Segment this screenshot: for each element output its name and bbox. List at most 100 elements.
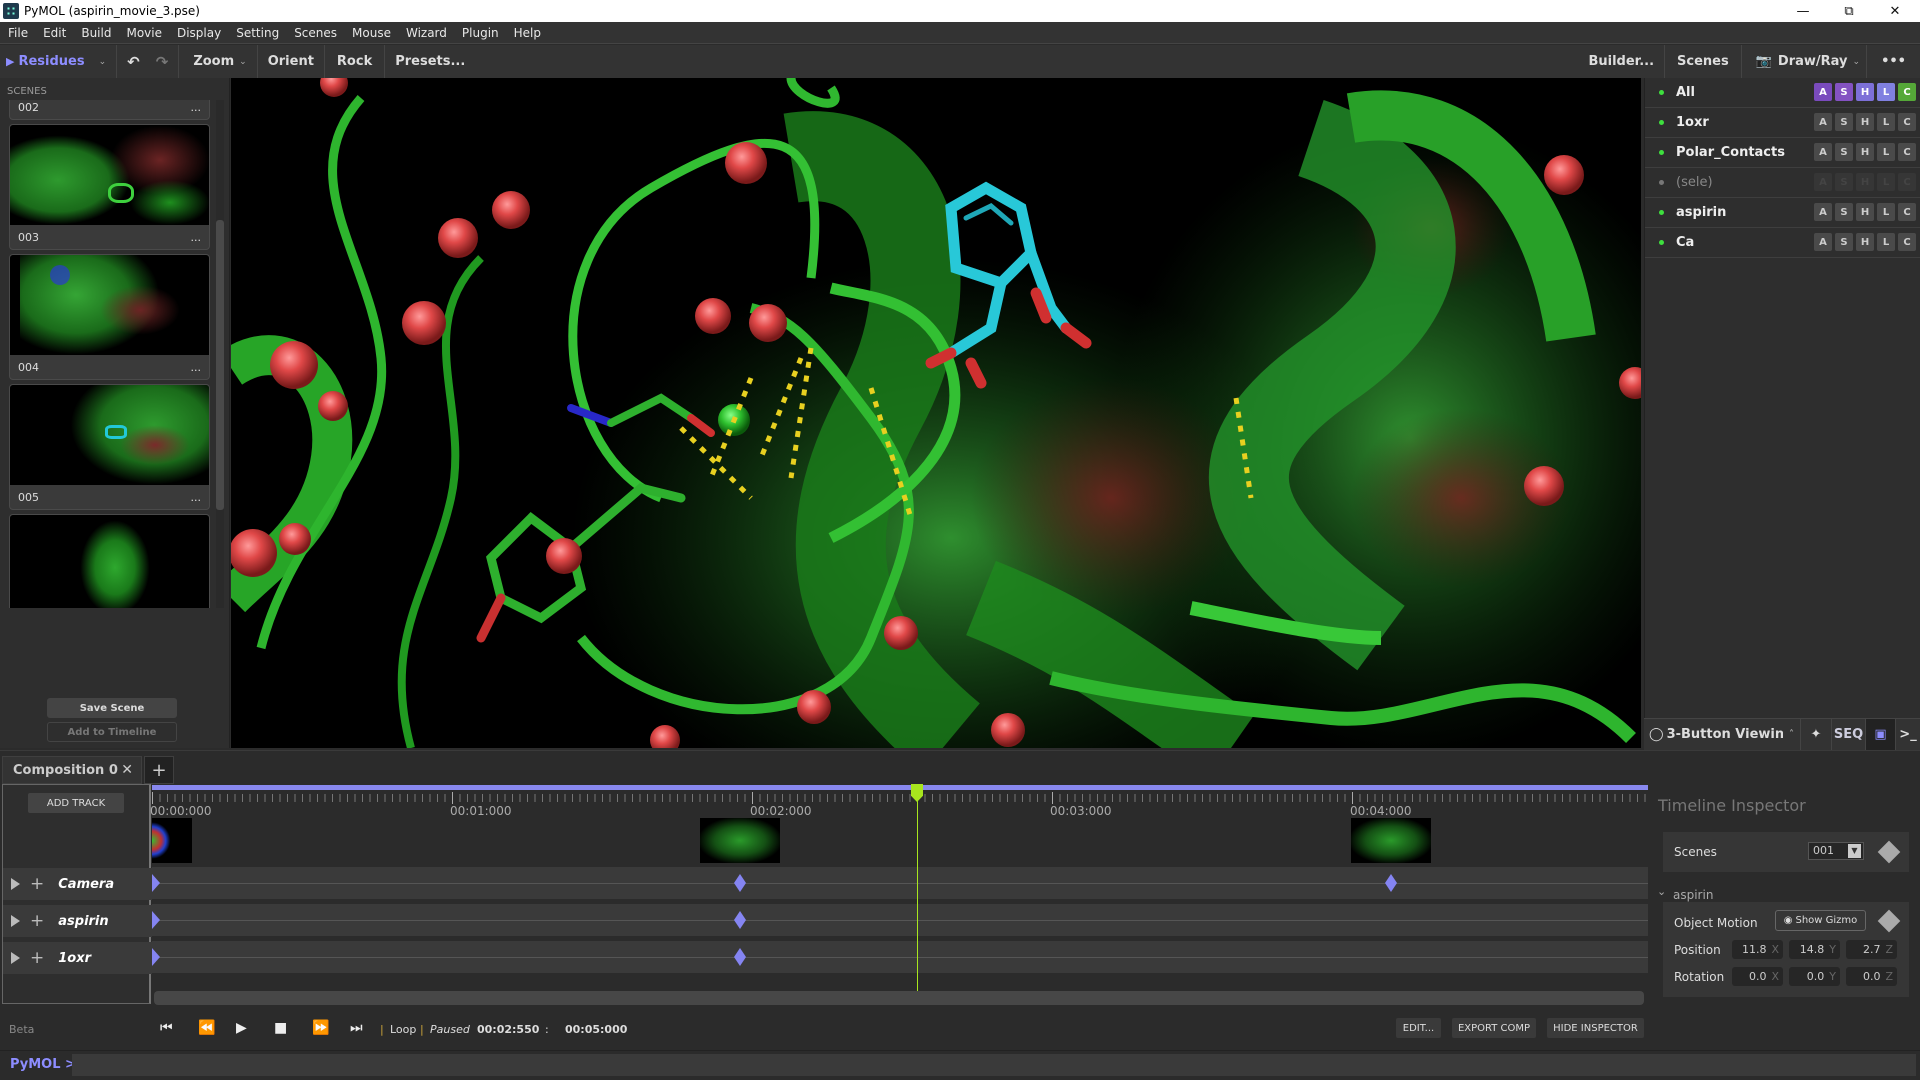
- disabled-dot[interactable]: [1659, 180, 1664, 185]
- timeline-ruler[interactable]: [152, 794, 1648, 802]
- scene-card[interactable]: 006...: [9, 514, 210, 608]
- maximize-button[interactable]: ⧉: [1826, 0, 1872, 22]
- hide-button[interactable]: H: [1856, 233, 1874, 251]
- zoom-button[interactable]: Zoom ⌄: [179, 45, 258, 78]
- label-button[interactable]: L: [1877, 173, 1895, 191]
- enabled-dot[interactable]: [1659, 90, 1664, 95]
- scene-card[interactable]: 003...: [9, 124, 210, 250]
- add-to-timeline-button[interactable]: Add to Timeline: [47, 722, 177, 742]
- seq-button[interactable]: SEQ: [1832, 718, 1866, 751]
- scene-clip-thumbnail[interactable]: [1351, 818, 1431, 863]
- scene-keyframe-button[interactable]: [1877, 840, 1901, 864]
- show-button[interactable]: S: [1835, 203, 1853, 221]
- menu-setting[interactable]: Setting: [228, 26, 286, 40]
- loop-toggle[interactable]: Loop: [390, 1023, 416, 1036]
- menu-plugin[interactable]: Plugin: [454, 26, 506, 40]
- label-button[interactable]: L: [1877, 113, 1895, 131]
- menu-wizard[interactable]: Wizard: [398, 26, 454, 40]
- collapse-chevron-icon[interactable]: ⌄: [1657, 885, 1666, 898]
- hide-inspector-button[interactable]: HIDE INSPECTOR: [1547, 1018, 1644, 1038]
- show-button[interactable]: S: [1835, 173, 1853, 191]
- tab-composition-0[interactable]: Composition 0 ✕: [2, 756, 142, 784]
- motion-keyframe-button[interactable]: [1877, 909, 1901, 933]
- rotation-z-field[interactable]: 0.0 Z: [1846, 967, 1897, 986]
- action-button[interactable]: A: [1814, 143, 1832, 161]
- color-button[interactable]: C: [1898, 83, 1916, 101]
- position-x-field[interactable]: 11.8 X: [1732, 940, 1783, 959]
- object-row-all[interactable]: All A S H L C: [1645, 78, 1920, 108]
- track-label-1oxr[interactable]: + 1oxr: [3, 942, 152, 974]
- close-tab-icon[interactable]: ✕: [121, 762, 133, 778]
- show-button[interactable]: S: [1835, 83, 1853, 101]
- color-button[interactable]: C: [1898, 203, 1916, 221]
- label-button[interactable]: L: [1877, 143, 1895, 161]
- jump-to-end-button[interactable]: ⏭: [350, 1020, 363, 1036]
- play-button[interactable]: ▶: [236, 1020, 247, 1036]
- hide-button[interactable]: H: [1856, 173, 1874, 191]
- menu-movie[interactable]: Movie: [118, 26, 169, 40]
- action-button[interactable]: A: [1814, 113, 1832, 131]
- action-button[interactable]: A: [1814, 233, 1832, 251]
- track-row-1oxr[interactable]: [152, 941, 1648, 973]
- scene-card[interactable]: 002...: [9, 100, 210, 120]
- track-label-camera[interactable]: + Camera: [3, 868, 152, 900]
- add-keyframe-icon[interactable]: +: [30, 911, 44, 931]
- undo-icon[interactable]: ↶: [127, 53, 140, 71]
- color-button[interactable]: C: [1898, 233, 1916, 251]
- menu-mouse[interactable]: Mouse: [344, 26, 398, 40]
- presets-button[interactable]: Presets...: [385, 45, 475, 78]
- molecular-viewport[interactable]: [231, 78, 1641, 748]
- command-line-toggle[interactable]: >_: [1896, 719, 1920, 751]
- menu-help[interactable]: Help: [506, 26, 548, 40]
- scene-select[interactable]: 001 ▼: [1808, 842, 1864, 860]
- expand-icon[interactable]: [11, 952, 20, 964]
- timeline-tracks-area[interactable]: 00:00:000 00:01:000 00:02:000 00:03:000 …: [150, 784, 1648, 1004]
- object-row-aspirin[interactable]: aspirin A S H L C: [1645, 198, 1920, 228]
- scene-menu-button[interactable]: ...: [191, 231, 202, 244]
- jump-to-start-button[interactable]: ⏮: [160, 1020, 173, 1036]
- redo-icon[interactable]: ↷: [156, 53, 169, 71]
- hide-button[interactable]: H: [1856, 143, 1874, 161]
- track-row-aspirin[interactable]: [152, 904, 1648, 936]
- timeline-range-bar[interactable]: [152, 785, 1648, 790]
- rotation-y-field[interactable]: 0.0 Y: [1789, 967, 1840, 986]
- color-button[interactable]: C: [1898, 143, 1916, 161]
- more-options-button[interactable]: •••: [1866, 45, 1920, 78]
- scene-menu-button[interactable]: ...: [191, 101, 202, 114]
- expand-icon[interactable]: [11, 878, 20, 890]
- section-aspirin[interactable]: aspirin: [1673, 888, 1713, 902]
- close-button[interactable]: ✕: [1872, 0, 1918, 22]
- enabled-dot[interactable]: [1659, 120, 1664, 125]
- object-row-ca[interactable]: Ca A S H L C: [1645, 228, 1920, 258]
- show-gizmo-button[interactable]: ◉ Show Gizmo: [1775, 910, 1866, 931]
- scrollbar-thumb[interactable]: [216, 220, 224, 510]
- menu-file[interactable]: File: [0, 26, 35, 40]
- scene-clip-thumbnail[interactable]: [700, 818, 780, 863]
- magic-wand-button[interactable]: ✦: [1801, 718, 1832, 751]
- add-keyframe-icon[interactable]: +: [30, 948, 44, 968]
- command-input[interactable]: [72, 1054, 1916, 1076]
- step-forward-button[interactable]: ⏩: [312, 1020, 329, 1036]
- stop-button[interactable]: ■: [274, 1020, 287, 1036]
- scene-card[interactable]: 005...: [9, 384, 210, 510]
- scene-menu-button[interactable]: ...: [191, 361, 202, 374]
- expand-icon[interactable]: [11, 915, 20, 927]
- menu-build[interactable]: Build: [73, 26, 118, 40]
- action-button[interactable]: A: [1814, 83, 1832, 101]
- color-button[interactable]: C: [1898, 173, 1916, 191]
- mouse-mode-selector[interactable]: ◯ 3-Button Viewing ˄: [1644, 718, 1801, 751]
- add-keyframe-icon[interactable]: +: [30, 874, 44, 894]
- export-comp-button[interactable]: EXPORT COMP: [1452, 1018, 1536, 1038]
- menu-scenes[interactable]: Scenes: [286, 26, 344, 40]
- menu-display[interactable]: Display: [169, 26, 228, 40]
- show-button[interactable]: S: [1835, 143, 1853, 161]
- track-label-aspirin[interactable]: + aspirin: [3, 905, 152, 937]
- hide-button[interactable]: H: [1856, 203, 1874, 221]
- step-back-button[interactable]: ⏪: [198, 1020, 215, 1036]
- show-button[interactable]: S: [1835, 233, 1853, 251]
- rock-button[interactable]: Rock: [325, 45, 386, 78]
- hide-button[interactable]: H: [1856, 83, 1874, 101]
- timeline-horizontal-scrollbar[interactable]: [154, 991, 1644, 1005]
- enabled-dot[interactable]: [1659, 210, 1664, 215]
- action-button[interactable]: A: [1814, 173, 1832, 191]
